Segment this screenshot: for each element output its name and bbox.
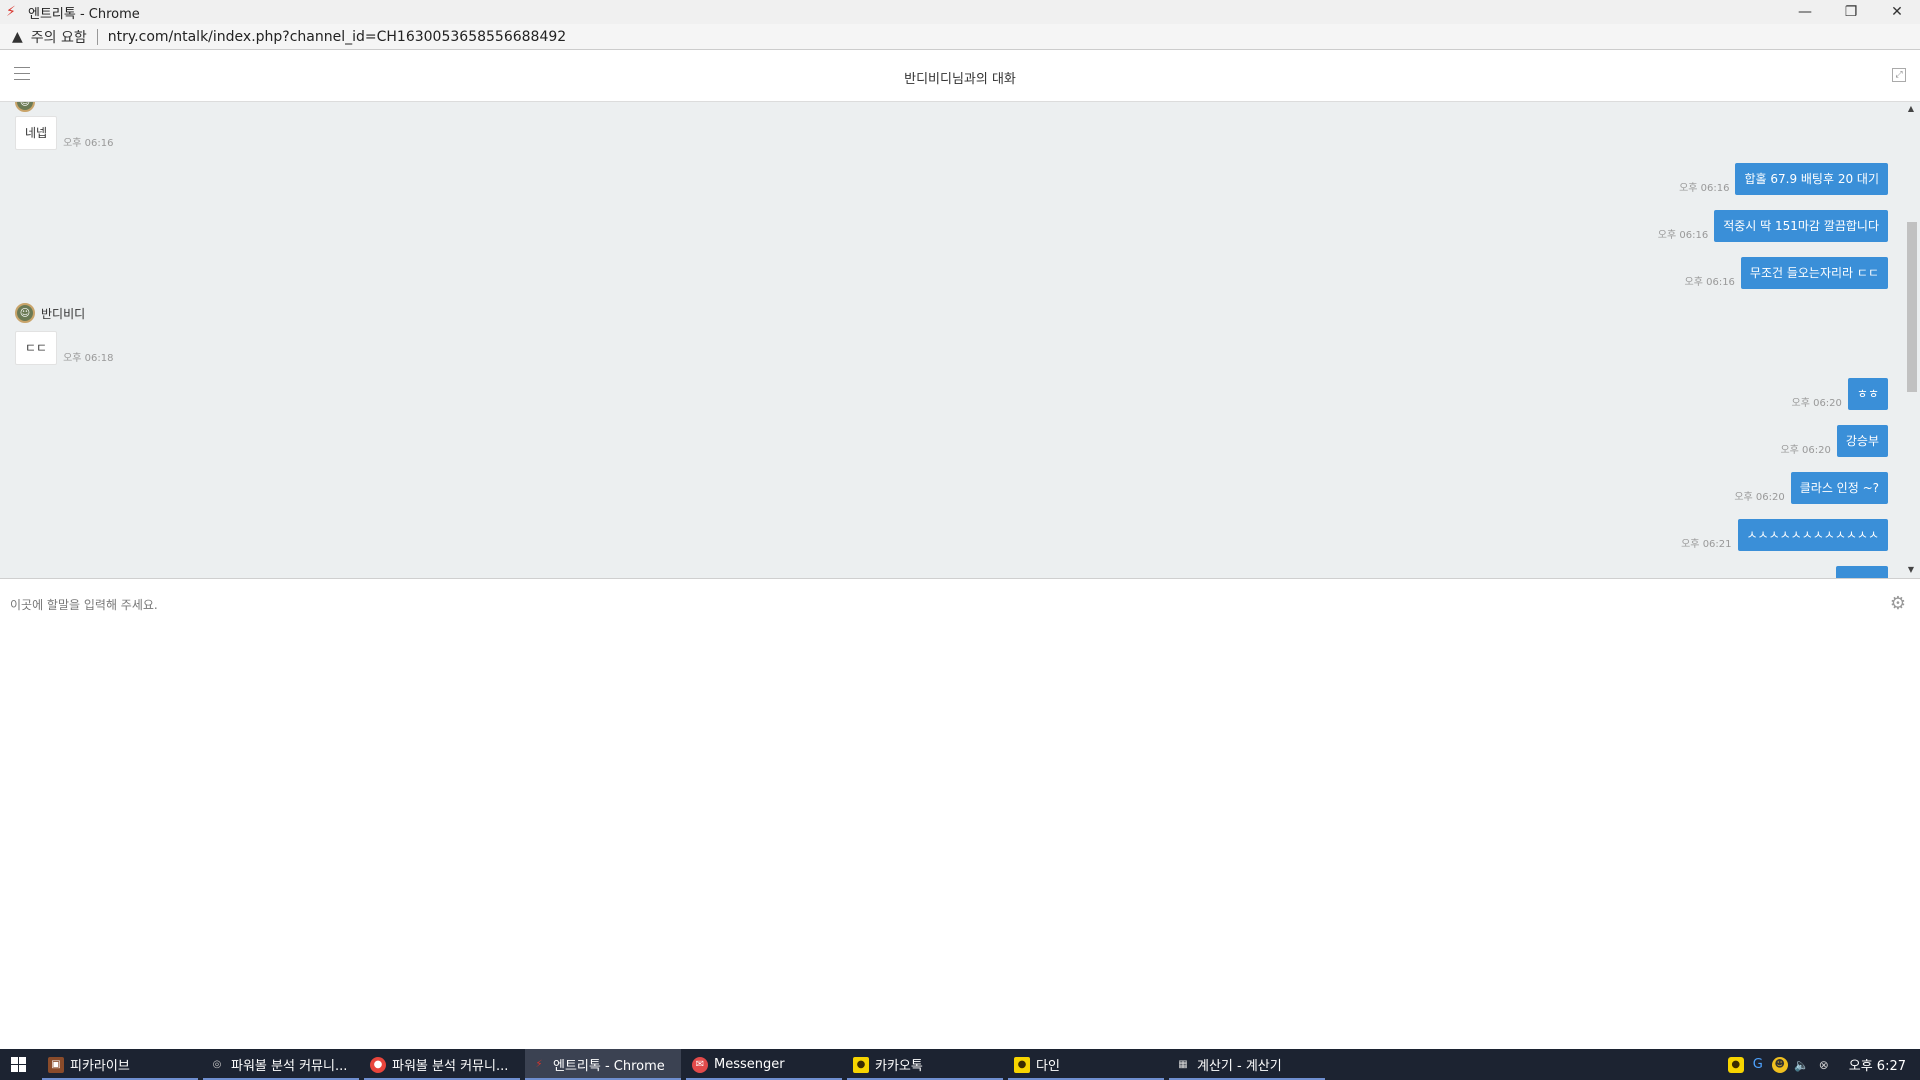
taskbar-item-entrytalk[interactable]: ⚡ 엔트리톡 - Chrome bbox=[525, 1049, 681, 1080]
entry-logo-icon: ⚡ bbox=[6, 4, 16, 20]
message-time: 오후 06:16 bbox=[1684, 277, 1735, 288]
message-time: 오후 06:20 bbox=[1734, 492, 1785, 503]
message-time: 오후 06:18 bbox=[63, 353, 114, 364]
message-time: 오후 06:16 bbox=[1657, 230, 1709, 241]
kakaotalk-icon: ● bbox=[1014, 1056, 1030, 1073]
message-time: 오후 06:21 bbox=[1681, 539, 1732, 550]
taskbar-item-label: 엔트리톡 - Chrome bbox=[553, 1059, 665, 1074]
calculator-icon: ▦ bbox=[1178, 1058, 1188, 1070]
scroll-up-arrow-icon[interactable]: ▲ bbox=[1906, 104, 1916, 116]
taskbar-item-powerball-2[interactable]: ● 파워볼 분석 커뮤니... bbox=[364, 1049, 520, 1080]
sender-name: 반디비디 bbox=[41, 306, 86, 321]
taskbar-item-label: Messenger bbox=[714, 1057, 785, 1072]
message-list[interactable]: ☺ 네넵 오후 06:16 합홀 67.9 배팅후 20 대기 오후 06:16… bbox=[0, 102, 1920, 579]
window-title-bar: ⚡ 엔트리톡 - Chrome — ❐ ✕ bbox=[0, 0, 1920, 24]
globe-icon: ◎ bbox=[212, 1058, 222, 1070]
message-outgoing: 무조건 들오는자리라 ㄷㄷ 오후 06:16 bbox=[1679, 257, 1888, 289]
avatar[interactable]: ☺ bbox=[15, 102, 35, 112]
message-bubble[interactable]: 적중시 딱 151마감 깔끔합니다 bbox=[1714, 210, 1888, 242]
warning-icon[interactable]: ▲ bbox=[12, 29, 23, 45]
chat-title: 반디비디님과의 대화 bbox=[904, 72, 1016, 87]
url-text[interactable]: ntry.com/ntalk/index.php?channel_id=CH16… bbox=[108, 29, 566, 45]
taskbar-item-label: 피카라이브 bbox=[70, 1059, 130, 1074]
message-input-area: ⚙ bbox=[0, 579, 1920, 1049]
taskbar-item-messenger[interactable]: ✉ Messenger bbox=[686, 1049, 842, 1080]
taskbar-item-dain[interactable]: ● 다인 bbox=[1008, 1049, 1164, 1080]
chrome-icon: ● bbox=[370, 1056, 386, 1073]
taskbar-item-label: 카카오톡 bbox=[875, 1059, 923, 1074]
message-bubble[interactable]: 네넵 bbox=[15, 116, 58, 150]
chat-header: 반디비디님과의 대화 ⤢ bbox=[0, 51, 1920, 102]
taskbar-item-pikalive[interactable]: ▣ 피카라이브 bbox=[42, 1049, 198, 1080]
message-outgoing-partial bbox=[1836, 566, 1888, 578]
message-bubble[interactable]: ㅅㅅㅅㅅㅅㅅㅅㅅㅅㅅㅅㅅ bbox=[1737, 519, 1888, 551]
message-bubble[interactable]: 클라스 인정 ~? bbox=[1790, 472, 1888, 504]
kakaotalk-tray-icon[interactable]: ● bbox=[1727, 1056, 1744, 1073]
address-divider bbox=[96, 28, 98, 45]
volume-icon[interactable]: 🔈 bbox=[1794, 1057, 1810, 1073]
window-controls: — ❐ ✕ bbox=[1782, 0, 1920, 24]
message-outgoing: 클라스 인정 ~? 오후 06:20 bbox=[1728, 472, 1888, 504]
message-incoming: ㄷㄷ 오후 06:18 bbox=[15, 331, 120, 365]
message-time: 오후 06:16 bbox=[1679, 183, 1730, 194]
windows-logo-icon bbox=[10, 1057, 26, 1072]
avatar[interactable]: ☺ bbox=[15, 303, 35, 323]
message-time: 오후 06:20 bbox=[1780, 445, 1831, 456]
message-time: 오후 06:20 bbox=[1791, 398, 1842, 409]
security-warning[interactable]: 주의 요함 bbox=[31, 27, 87, 47]
message-input[interactable] bbox=[0, 579, 1880, 1049]
message-bubble[interactable]: ㅎㅎ bbox=[1847, 378, 1888, 410]
taskbar-item-calculator[interactable]: ▦ 계산기 - 계산기 bbox=[1169, 1049, 1325, 1080]
message-bubble[interactable]: 강승부 bbox=[1836, 425, 1888, 457]
message-outgoing: 강승부 오후 06:20 bbox=[1774, 425, 1888, 457]
message-scrollbar[interactable]: ▲ ▼ bbox=[1903, 102, 1920, 578]
gear-icon[interactable]: ⚙ bbox=[1890, 593, 1906, 614]
message-bubble[interactable] bbox=[1836, 566, 1888, 578]
taskbar-item-label: 계산기 - 계산기 bbox=[1197, 1059, 1282, 1074]
taskbar-item-powerball-1[interactable]: ◎ 파워볼 분석 커뮤니... bbox=[203, 1049, 359, 1080]
kakaotalk-icon: ● bbox=[853, 1056, 869, 1073]
message-sender: ☺ bbox=[15, 102, 35, 112]
taskbar-clock[interactable]: 오후 6:27 bbox=[1849, 1055, 1906, 1074]
close-button[interactable]: ✕ bbox=[1874, 0, 1920, 24]
taskbar: ▣ 피카라이브 ◎ 파워볼 분석 커뮤니... ● 파워볼 분석 커뮤니... … bbox=[0, 1049, 1920, 1080]
message-incoming: 네넵 오후 06:16 bbox=[15, 116, 120, 150]
smiley-tray-icon[interactable]: ☻ bbox=[1771, 1056, 1788, 1073]
message-sender: ☺ 반디비디 bbox=[15, 303, 85, 323]
message-bubble[interactable]: 무조건 들오는자리라 ㄷㄷ bbox=[1740, 257, 1888, 289]
system-tray: ● G ☻ 🔈 ⊗ 오후 6:27 bbox=[1725, 1049, 1920, 1080]
network-disconnected-icon[interactable]: ⊗ bbox=[1816, 1057, 1832, 1073]
g-tray-icon[interactable]: G bbox=[1750, 1057, 1766, 1073]
message-outgoing: 적중시 딱 151마감 깔끔합니다 오후 06:16 bbox=[1652, 210, 1888, 242]
minimize-button[interactable]: — bbox=[1782, 0, 1828, 24]
entry-logo-icon: ⚡ bbox=[535, 1058, 543, 1070]
taskbar-item-label: 다인 bbox=[1036, 1059, 1060, 1074]
restore-button[interactable]: ❐ bbox=[1828, 0, 1874, 24]
window-title: 엔트리톡 - Chrome bbox=[28, 6, 140, 22]
message-bubble[interactable]: ㄷㄷ bbox=[15, 331, 58, 365]
message-outgoing: ㅅㅅㅅㅅㅅㅅㅅㅅㅅㅅㅅㅅ 오후 06:21 bbox=[1675, 519, 1888, 551]
pikalive-icon: ▣ bbox=[48, 1056, 64, 1073]
message-outgoing: 합홀 67.9 배팅후 20 대기 오후 06:16 bbox=[1673, 163, 1888, 195]
message-bubble[interactable]: 합홀 67.9 배팅후 20 대기 bbox=[1735, 163, 1888, 195]
message-outgoing: ㅎㅎ 오후 06:20 bbox=[1786, 378, 1888, 410]
scroll-thumb[interactable] bbox=[1907, 222, 1917, 392]
address-bar[interactable]: ▲ 주의 요함 ntry.com/ntalk/index.php?channel… bbox=[0, 24, 1920, 50]
taskbar-item-label: 파워볼 분석 커뮤니... bbox=[392, 1059, 509, 1074]
taskbar-item-label: 파워볼 분석 커뮤니... bbox=[231, 1059, 348, 1074]
start-button[interactable] bbox=[0, 1049, 36, 1080]
taskbar-item-kakaotalk[interactable]: ● 카카오톡 bbox=[847, 1049, 1003, 1080]
message-time: 오후 06:16 bbox=[63, 138, 114, 149]
messenger-icon: ✉ bbox=[692, 1056, 708, 1073]
scroll-down-arrow-icon[interactable]: ▼ bbox=[1906, 565, 1916, 577]
expand-icon[interactable]: ⤢ bbox=[1892, 68, 1906, 82]
